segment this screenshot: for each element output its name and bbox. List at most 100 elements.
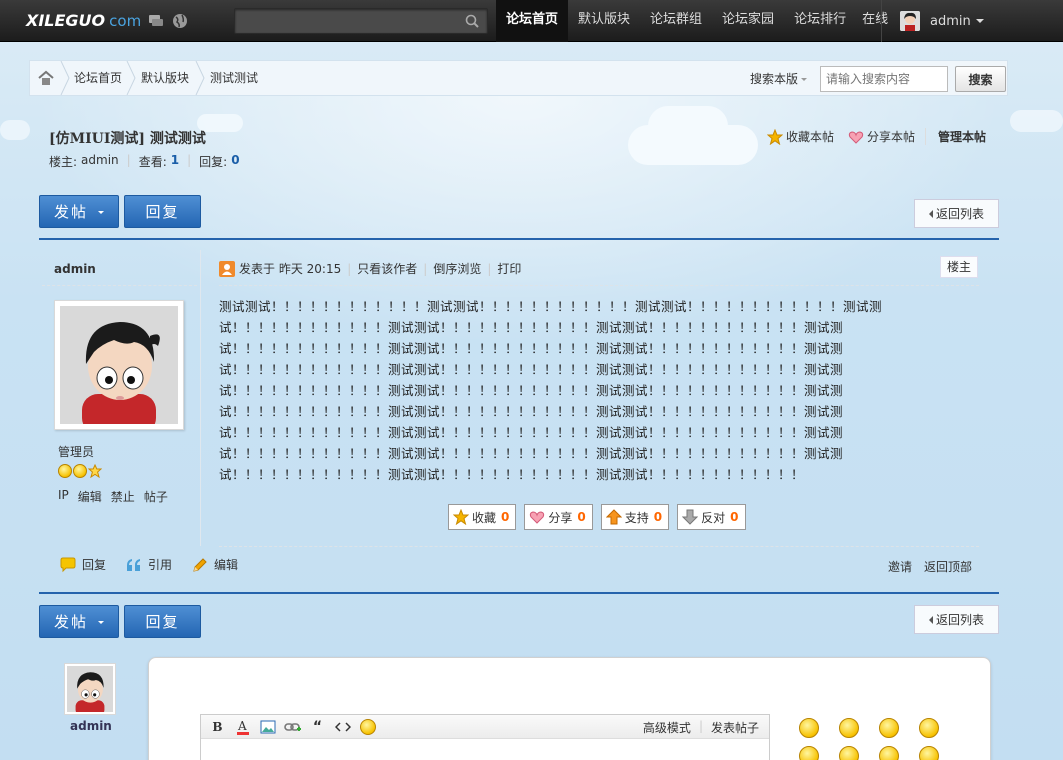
user-avatar[interactable] [900,11,920,31]
smiley-grin-icon[interactable] [879,718,899,738]
favorite-button[interactable]: 收藏 0 [448,504,517,530]
divider [219,546,979,547]
post-header: 发表于 昨天 20:15 | 只看该作者 | 倒序浏览 | 打印 [219,260,521,277]
smiley-laugh-icon[interactable] [919,746,939,760]
reply-editor[interactable]: B A “ 高级模式 | 发表帖子 [200,714,770,760]
editor-mode-links: 高级模式 | 发表帖子 [642,719,759,736]
reply-post-link[interactable]: 回复 [60,556,106,573]
oppose-button[interactable]: 反对 0 [677,504,746,530]
quote-icon [127,558,141,571]
ban-user-link[interactable]: 禁止 [111,488,135,505]
bold-icon[interactable]: B [205,716,230,738]
edit-user-link[interactable]: 编辑 [78,488,102,505]
post-new-button-bottom[interactable]: 发帖 [39,605,119,638]
ip-link[interactable]: IP [58,488,69,505]
reply-button-bottom[interactable]: 回复 [124,605,201,638]
breadcrumb-thread[interactable]: 测试测试 [210,61,258,95]
advanced-mode-link[interactable]: 高级模式 [643,719,691,736]
smiley-angry-icon[interactable] [799,746,819,760]
main-nav: 论坛首页 默认版块 论坛群组 论坛家园 论坛排行 在线 [496,0,898,42]
replies-count: 0 [231,153,240,167]
board-search-button[interactable]: 搜索 [955,66,1006,92]
user-menu[interactable]: admin [881,0,984,42]
owner-name[interactable]: admin [81,153,119,170]
smiley-shock-icon[interactable] [839,746,859,760]
post-time: 发表于 昨天 20:15 [239,262,342,276]
user-posts-link[interactable]: 帖子 [144,488,168,505]
board-search-input[interactable] [820,66,948,92]
caret-down-icon[interactable] [975,19,984,23]
post-footer: 回复 引用 编辑 [60,556,252,573]
link-icon[interactable] [280,716,305,738]
invite-link[interactable]: 邀请 [888,558,912,575]
quote-icon[interactable]: “ [305,716,330,738]
reply-username[interactable]: admin [70,719,112,733]
triangle-left-icon [928,210,933,218]
back-to-list-button-bottom[interactable]: 返回列表 [914,605,999,634]
manage-thread-link[interactable]: 管理本帖 [924,128,986,145]
share-thread-link[interactable]: 分享本帖 [848,128,915,145]
star-icon [453,509,469,525]
breadcrumb-default-board[interactable]: 默认版块 [141,61,189,95]
quote-post-link[interactable]: 引用 [126,556,172,573]
nav-forum-home-space[interactable]: 论坛家园 [712,0,784,42]
reply-user-avatar[interactable] [64,663,116,716]
floor-badge[interactable]: 楼主 [940,256,978,278]
views-label: 查看: [138,155,167,169]
smiley-icon [58,464,72,478]
reverse-order-link[interactable]: 倒序浏览 [433,260,481,277]
smiley-wink-icon[interactable] [879,746,899,760]
home-icon[interactable] [38,70,54,89]
only-author-link[interactable]: 只看该作者 [357,260,417,277]
user-icon [219,260,235,277]
search-scope-select[interactable]: 搜索本版 [750,70,808,87]
reply-button[interactable]: 回复 [124,195,201,228]
svg-text:A: A [237,719,247,733]
user-role: 管理员 [58,445,95,459]
globe-icon[interactable] [172,13,188,29]
caret-down-icon [98,621,104,624]
nav-forum-home[interactable]: 论坛首页 [496,0,569,42]
arrow-down-icon [682,509,699,525]
site-logo[interactable]: XILEGUO com [26,11,141,30]
divider [39,592,999,594]
user-rank-icons [58,464,102,478]
heart-icon [848,130,864,144]
nav-forum-ranking[interactable]: 论坛排行 [784,0,856,42]
search-icon[interactable] [465,14,479,31]
heart-icon [530,511,545,524]
post-author-name[interactable]: admin [54,262,96,276]
nav-default-board[interactable]: 默认版块 [568,0,640,42]
share-button[interactable]: 分享 0 [524,504,593,530]
smiley-icon[interactable] [355,716,380,738]
triangle-left-icon [928,616,933,624]
post-author-avatar[interactable] [54,300,184,434]
nav-forum-groups[interactable]: 论坛群组 [640,0,712,42]
smiley-smile-icon[interactable] [799,718,819,738]
smiley-sad-icon[interactable] [839,718,859,738]
back-to-list-button[interactable]: 返回列表 [914,199,999,228]
breadcrumb-separator [60,61,70,95]
thread-panel: [仿MIUI测试] 测试测试 楼主: admin | 查看: 1 | 回复: 0… [30,108,1008,760]
smiley-cry-icon[interactable] [919,718,939,738]
top-search-input[interactable] [235,9,455,33]
image-icon[interactable] [255,716,280,738]
font-color-icon[interactable]: A [230,716,255,738]
arrow-up-icon [605,509,622,525]
thread-tools: 收藏本帖 分享本帖 管理本帖 [753,128,986,145]
caret-down-icon [98,211,104,214]
caret-down-icon [801,78,808,81]
back-to-top-link[interactable]: 返回顶部 [924,558,972,575]
support-button[interactable]: 支持 0 [600,504,670,530]
username-label[interactable]: admin [930,14,971,29]
top-search-box[interactable] [234,8,488,34]
print-link[interactable]: 打印 [497,260,521,277]
speech-bubble-icon [60,557,76,572]
chat-icon[interactable] [148,13,164,29]
post-thread-link[interactable]: 发表帖子 [711,719,759,736]
favorite-thread-link[interactable]: 收藏本帖 [766,128,834,145]
edit-post-link[interactable]: 编辑 [192,556,238,573]
post-new-button[interactable]: 发帖 [39,195,119,228]
breadcrumb-forum-home[interactable]: 论坛首页 [74,61,122,95]
code-icon[interactable] [330,716,355,738]
